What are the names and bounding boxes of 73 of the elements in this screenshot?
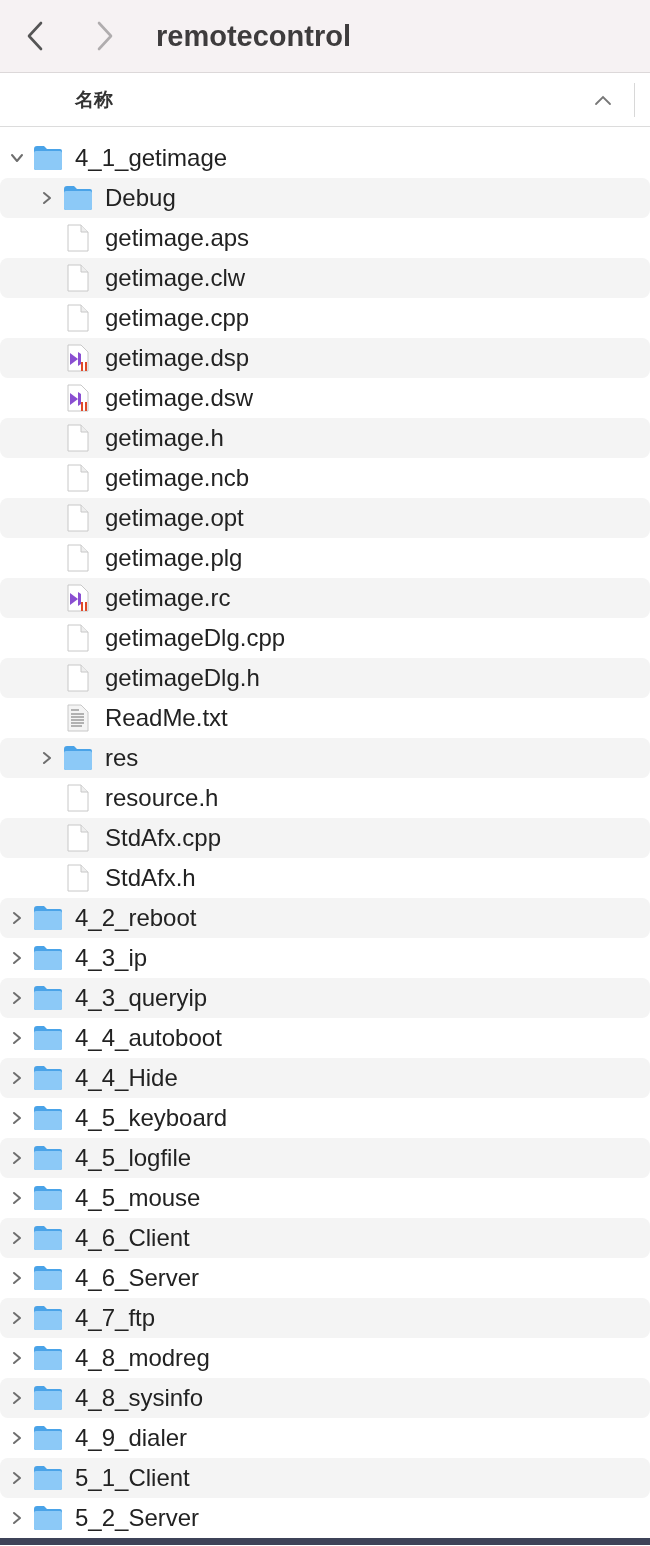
file-name[interactable]: 4_6_Client: [75, 1224, 190, 1252]
document-icon: [67, 424, 89, 452]
file-name[interactable]: getimage.dsp: [105, 344, 250, 372]
folder-icon: [33, 1345, 63, 1371]
folder-icon: [33, 1185, 63, 1211]
document-icon: [67, 624, 89, 652]
folder-icon: [33, 1385, 63, 1411]
project-file-icon: [67, 584, 89, 612]
folder-icon: [33, 1105, 63, 1131]
window-title: remotecontrol: [156, 19, 351, 53]
file-name[interactable]: 4_5_keyboard: [75, 1104, 228, 1132]
file-name[interactable]: 4_6_Server: [75, 1264, 200, 1292]
file-name[interactable]: 4_8_sysinfo: [75, 1384, 204, 1412]
file-name[interactable]: 4_4_autoboot: [75, 1024, 222, 1052]
file-name[interactable]: 5_1_Client: [75, 1464, 190, 1492]
file-name[interactable]: 4_5_mouse: [75, 1184, 201, 1212]
file-name[interactable]: 4_5_logfile: [75, 1144, 192, 1172]
file-name[interactable]: res: [105, 744, 139, 772]
folder-icon: [33, 1145, 63, 1171]
folder-icon: [33, 1425, 63, 1451]
document-icon: [67, 464, 89, 492]
file-name[interactable]: 4_2_reboot: [75, 904, 197, 932]
document-icon: [67, 664, 89, 692]
document-icon: [67, 824, 89, 852]
file-name[interactable]: 4_3_queryip: [75, 984, 208, 1012]
file-name[interactable]: 4_7_ftp: [75, 1304, 156, 1332]
file-name[interactable]: StdAfx.cpp: [105, 824, 222, 852]
folder-icon: [33, 1505, 63, 1531]
file-name[interactable]: getimage.plg: [105, 544, 243, 572]
sort-caret-icon[interactable]: [594, 93, 612, 106]
file-name[interactable]: 4_3_ip: [75, 944, 148, 972]
folder-icon: [33, 1465, 63, 1491]
text-file-icon: [67, 704, 89, 732]
file-name[interactable]: getimage.cpp: [105, 304, 250, 332]
file-name[interactable]: 4_1_getimage: [75, 144, 228, 172]
file-name[interactable]: getimage.aps: [105, 224, 250, 252]
project-file-icon: [67, 344, 89, 372]
folder-icon: [33, 945, 63, 971]
document-icon: [67, 544, 89, 572]
file-name[interactable]: getimage.rc: [105, 584, 231, 612]
document-icon: [67, 264, 89, 292]
folder-icon: [33, 905, 63, 931]
folder-icon: [63, 185, 93, 211]
folder-icon: [33, 1225, 63, 1251]
folder-icon: [33, 145, 63, 171]
document-icon: [67, 784, 89, 812]
folder-icon: [33, 1305, 63, 1331]
file-name[interactable]: getimageDlg.cpp: [105, 624, 286, 652]
file-name[interactable]: ReadMe.txt: [105, 704, 228, 732]
folder-icon: [33, 985, 63, 1011]
file-name[interactable]: getimage.opt: [105, 504, 244, 532]
file-name[interactable]: getimageDlg.h: [105, 664, 260, 692]
file-name[interactable]: getimage.clw: [105, 264, 246, 292]
folder-icon: [63, 745, 93, 771]
file-name[interactable]: resource.h: [105, 784, 219, 812]
file-name[interactable]: 4_8_modreg: [75, 1344, 210, 1372]
document-icon: [67, 504, 89, 532]
file-name[interactable]: getimage.dsw: [105, 384, 254, 412]
folder-icon: [33, 1265, 63, 1291]
file-name[interactable]: Debug: [105, 184, 176, 212]
project-file-icon: [67, 384, 89, 412]
file-name[interactable]: StdAfx.h: [105, 864, 196, 892]
column-header[interactable]: 名称: [75, 86, 113, 113]
file-name[interactable]: 4_9_dialer: [75, 1424, 188, 1452]
file-name[interactable]: getimage.ncb: [105, 464, 250, 492]
document-icon: [67, 224, 89, 252]
folder-icon: [33, 1065, 63, 1091]
document-icon: [67, 304, 89, 332]
document-icon: [67, 864, 89, 892]
file-name[interactable]: 5_2_Server: [75, 1504, 200, 1532]
file-name[interactable]: getimage.h: [105, 424, 224, 452]
folder-icon: [33, 1025, 63, 1051]
file-name[interactable]: 4_4_Hide: [75, 1064, 178, 1092]
